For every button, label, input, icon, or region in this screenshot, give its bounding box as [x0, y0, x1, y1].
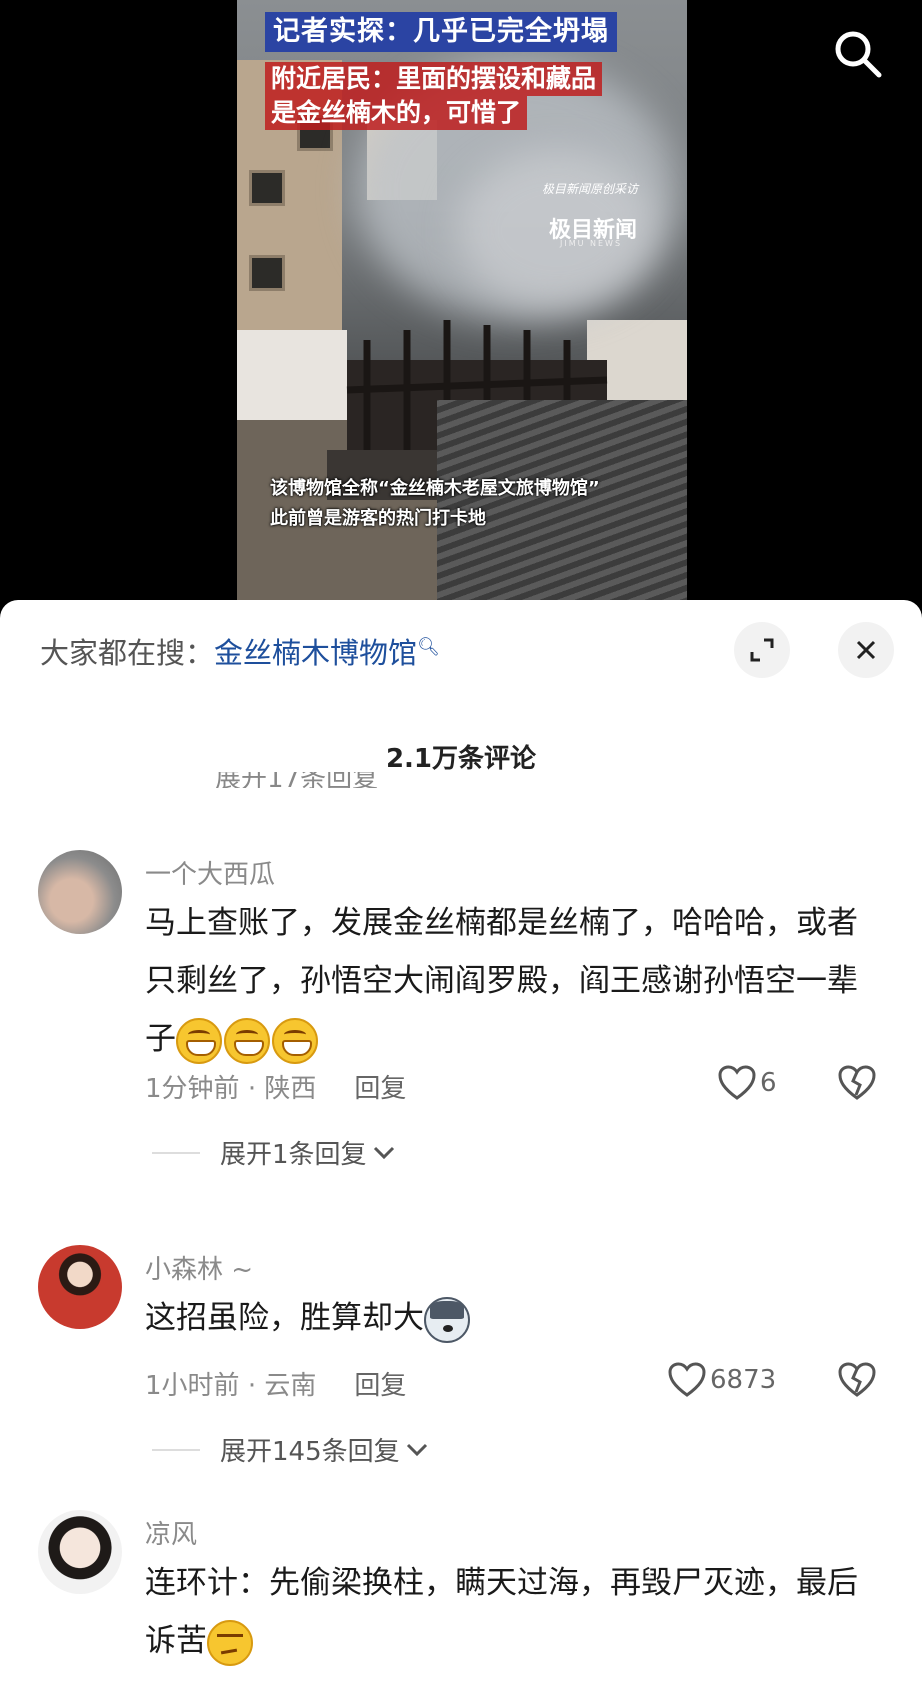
reply-button[interactable]: 回复 [354, 1074, 406, 1104]
grin-emoji-icon [272, 1017, 318, 1064]
grin-emoji-icon [176, 1017, 222, 1064]
video-frame[interactable]: 记者实探：几乎已完全坍塌 附近居民：里面的摆设和藏品 是金丝楠木的，可惜了 极目… [237, 0, 687, 600]
magnifier-icon: 🔍︎ [417, 636, 440, 658]
comment-username[interactable]: 一个大西瓜 [145, 854, 275, 891]
video-subtitle-2: 是金丝楠木的，可惜了 [265, 96, 528, 130]
video-watermark: 极目新闻原创采访 [542, 182, 639, 196]
chevron-down-icon [373, 1146, 394, 1159]
comment-text: 这招虽险，胜算却大 [145, 1289, 885, 1347]
expand-replies[interactable]: 展开1条回复 [152, 1134, 395, 1171]
broken-heart-icon [838, 1362, 876, 1397]
thinking-emoji-icon [207, 1619, 253, 1666]
collapsed-roof [437, 400, 687, 600]
husky-emoji-icon [424, 1296, 470, 1343]
search-hint-keyword[interactable]: 金丝楠木博物馆 [214, 636, 417, 670]
chevron-down-icon [406, 1443, 427, 1456]
search-icon[interactable] [832, 28, 884, 80]
heart-icon [718, 1065, 756, 1100]
search-hint[interactable]: 大家都在搜：金丝楠木博物馆🔍︎ [40, 630, 440, 672]
news-logo-sub: JIMU NEWS [560, 239, 623, 248]
grin-emoji-icon [224, 1017, 270, 1064]
comment-username[interactable]: 小森林 ~ [145, 1249, 253, 1286]
comment-meta: 1分钟前 · 陕西 回复 [145, 1074, 407, 1104]
close-button[interactable] [838, 622, 894, 678]
expand-icon [750, 638, 774, 662]
expand-button[interactable] [734, 622, 790, 678]
heart-icon [668, 1362, 706, 1397]
search-hint-prefix: 大家都在搜： [40, 636, 215, 670]
avatar[interactable] [38, 1245, 122, 1329]
comment-text: 连环计：先偷梁换柱，瞒天过海，再毁尸灭迹，最后诉苦 [145, 1554, 885, 1670]
video-player[interactable]: 记者实探：几乎已完全坍塌 附近居民：里面的摆设和藏品 是金丝楠木的，可惜了 极目… [0, 0, 922, 610]
like-count: 6 [760, 1068, 777, 1098]
broken-heart-icon [838, 1065, 876, 1100]
comment-sheet: 大家都在搜：金丝楠木博物馆🔍︎ 2.1万条评论 展开17条回复 一个大西瓜 马上… [0, 600, 922, 1688]
comment-meta: 1小时前 · 云南 回复 [145, 1371, 407, 1401]
video-caption-2: 此前曾是游客的热门打卡地 [270, 508, 486, 529]
comment-username[interactable]: 凉风 [145, 1514, 197, 1551]
video-subtitle-1: 附近居民：里面的摆设和藏品 [265, 62, 603, 96]
video-title: 记者实探：几乎已完全坍塌 [265, 12, 617, 52]
like-button[interactable]: 6873 [668, 1362, 776, 1398]
avatar[interactable] [38, 850, 122, 934]
comment-count: 2.1万条评论 [385, 744, 537, 774]
avatar[interactable] [38, 1510, 122, 1594]
like-count: 6873 [710, 1365, 777, 1395]
expand-replies[interactable]: 展开145条回复 [152, 1431, 428, 1468]
reply-button[interactable]: 回复 [354, 1371, 406, 1401]
dislike-button[interactable] [838, 1065, 876, 1105]
video-caption-1: 该博物馆全称“金丝楠木老屋文旅博物馆” [270, 478, 600, 499]
comment-text: 马上查账了，发展金丝楠都是丝楠了，哈哈哈，或者只剩丝了，孙悟空大闹阎罗殿，阎王感… [145, 894, 885, 1068]
expand-replies-partial[interactable]: 展开17条回复 [215, 772, 378, 788]
dislike-button[interactable] [838, 1362, 876, 1402]
like-button[interactable]: 6 [718, 1065, 777, 1101]
close-icon [856, 640, 876, 660]
